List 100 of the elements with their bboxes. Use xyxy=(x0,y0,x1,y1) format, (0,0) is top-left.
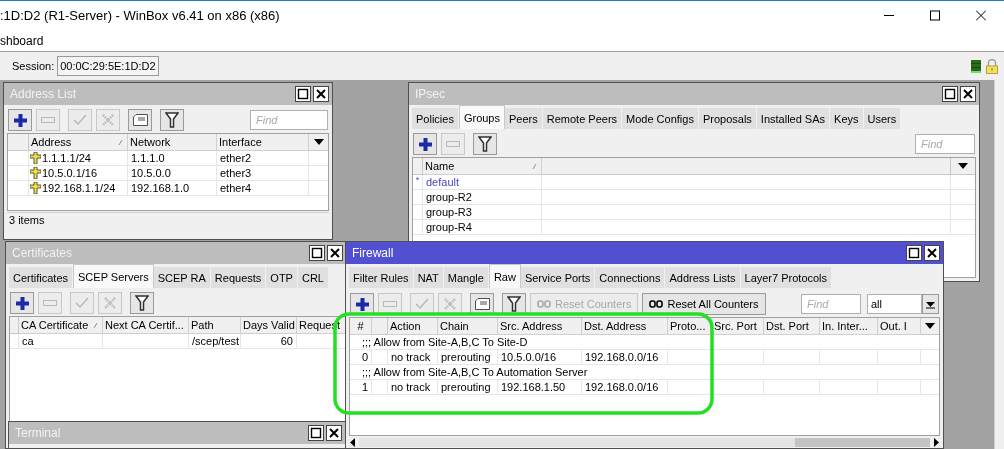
column-header[interactable]: Next CA Certif... xyxy=(103,317,189,334)
menu-item[interactable]: shboard xyxy=(0,31,44,50)
tab[interactable]: OTP xyxy=(266,267,298,288)
table-cell: 1 xyxy=(350,380,372,395)
table-cell xyxy=(372,380,388,395)
tab[interactable]: Connections xyxy=(595,267,666,288)
scroll-left-icon[interactable] xyxy=(349,438,357,447)
rule-comment: ;;; Allow from Site-A,B,C To Site-D xyxy=(350,335,939,350)
table-cell xyxy=(820,350,878,365)
column-header[interactable]: CA Certificate xyxy=(19,317,103,334)
column-header[interactable]: Network xyxy=(128,134,217,151)
table-cell: ether4 xyxy=(217,181,309,196)
tab[interactable]: Address Lists xyxy=(665,267,741,288)
add-button[interactable] xyxy=(10,292,34,314)
filter-button[interactable] xyxy=(502,293,526,315)
dropdown-button[interactable] xyxy=(922,294,939,314)
column-header[interactable]: Proto... xyxy=(668,318,712,335)
table-cell: /scep/test xyxy=(189,334,241,349)
column-header[interactable]: Interface xyxy=(217,134,309,151)
tab[interactable]: Filter Rules xyxy=(349,267,414,288)
plus-icon xyxy=(13,113,27,127)
find-field[interactable]: Find xyxy=(250,110,328,130)
filter-button[interactable] xyxy=(130,292,154,314)
tab[interactable]: NAT xyxy=(413,267,444,288)
session-field[interactable]: 00:0C:29:5E:1D:D2 xyxy=(57,56,159,76)
close-button[interactable] xyxy=(327,245,343,261)
scroll-right-icon[interactable] xyxy=(932,438,940,447)
filter-button[interactable] xyxy=(473,133,497,155)
column-header[interactable]: Action xyxy=(388,318,438,335)
tab[interactable]: SCEP Servers xyxy=(73,264,154,288)
tab[interactable]: Policies xyxy=(412,108,459,129)
column-header[interactable]: Chain xyxy=(438,318,498,335)
tab[interactable]: Certificates xyxy=(9,267,74,288)
add-button[interactable] xyxy=(350,293,374,315)
find-field[interactable]: Find xyxy=(801,294,861,314)
window-title: Firewall xyxy=(352,245,394,262)
tab[interactable]: CRL xyxy=(297,267,329,288)
minus-icon xyxy=(41,117,55,123)
tab[interactable]: Peers xyxy=(505,108,543,129)
tab[interactable]: Keys xyxy=(830,108,864,129)
tab[interactable]: Installed SAs xyxy=(756,108,831,129)
column-header[interactable]: # xyxy=(350,318,372,335)
find-field[interactable]: Find xyxy=(915,134,975,154)
dropdown-icon[interactable] xyxy=(958,163,968,169)
maximize-button[interactable] xyxy=(906,245,922,261)
column-header[interactable]: Dst. Port xyxy=(764,318,820,335)
comment-button[interactable] xyxy=(470,293,494,315)
dropdown-icon[interactable] xyxy=(313,139,324,145)
close-button[interactable] xyxy=(326,425,342,441)
table-cell xyxy=(413,190,423,205)
column-menu-button[interactable] xyxy=(951,158,975,175)
close-button[interactable] xyxy=(960,86,976,102)
column-header[interactable]: Dst. Address xyxy=(582,318,668,335)
table-cell: 10.5.0.0/16 xyxy=(498,350,582,365)
tab[interactable]: Proposals xyxy=(698,108,757,129)
table-cell: group-R2 xyxy=(423,190,542,205)
tab[interactable]: Mode Configs xyxy=(622,108,699,129)
table-cell: prerouting xyxy=(438,380,498,395)
tab[interactable]: Remote Peers xyxy=(542,108,623,129)
column-header[interactable]: Src. Address xyxy=(498,318,582,335)
add-button[interactable] xyxy=(413,133,437,155)
reset-all-counters-button[interactable]: Reset All Counters xyxy=(642,293,766,315)
column-header[interactable]: Address xyxy=(29,134,128,151)
close-button[interactable] xyxy=(924,245,940,261)
column-header[interactable]: In. Inter... xyxy=(820,318,878,335)
plus-icon xyxy=(15,296,29,310)
table-cell xyxy=(878,350,921,365)
add-button[interactable] xyxy=(8,109,32,131)
tab[interactable]: Mangle xyxy=(443,267,489,288)
column-header[interactable]: Path xyxy=(189,317,241,334)
comment-button[interactable] xyxy=(128,109,152,131)
column-menu-button[interactable] xyxy=(309,134,328,151)
status-text: 3 items xyxy=(9,213,45,229)
maximize-button[interactable] xyxy=(942,86,958,102)
rule-comment: ;;; Allow from Site-A,B,C To Automation Server xyxy=(350,365,939,380)
filter-button[interactable] xyxy=(160,109,184,131)
column-header[interactable]: Src. Port xyxy=(712,318,764,335)
cross-icon xyxy=(104,297,116,309)
filter-icon xyxy=(165,112,179,128)
close-button[interactable] xyxy=(313,86,329,102)
tab[interactable]: Requests xyxy=(210,267,267,288)
tab[interactable]: SCEP RA xyxy=(153,267,211,288)
scrollbar-thumb[interactable] xyxy=(795,438,930,447)
tab[interactable]: Groups xyxy=(458,105,505,129)
address-icon xyxy=(30,182,41,194)
tab[interactable]: Users xyxy=(863,108,902,129)
maximize-button[interactable] xyxy=(309,245,325,261)
maximize-button[interactable] xyxy=(295,86,311,102)
tab[interactable]: Raw xyxy=(488,264,521,288)
column-header[interactable]: Name xyxy=(423,158,542,175)
dropdown-icon[interactable] xyxy=(925,323,935,329)
maximize-button[interactable] xyxy=(308,425,324,441)
table-cell: ether3 xyxy=(217,166,309,181)
column-menu-button[interactable] xyxy=(921,318,939,335)
column-header[interactable]: Out. I xyxy=(878,318,921,335)
tab[interactable]: Service Ports xyxy=(520,267,596,288)
tab[interactable]: Layer7 Protocols xyxy=(740,267,833,288)
column-header[interactable]: Days Valid xyxy=(241,317,297,334)
filter-dropdown[interactable]: all xyxy=(867,294,922,314)
scrollbar-track[interactable] xyxy=(994,80,1004,449)
